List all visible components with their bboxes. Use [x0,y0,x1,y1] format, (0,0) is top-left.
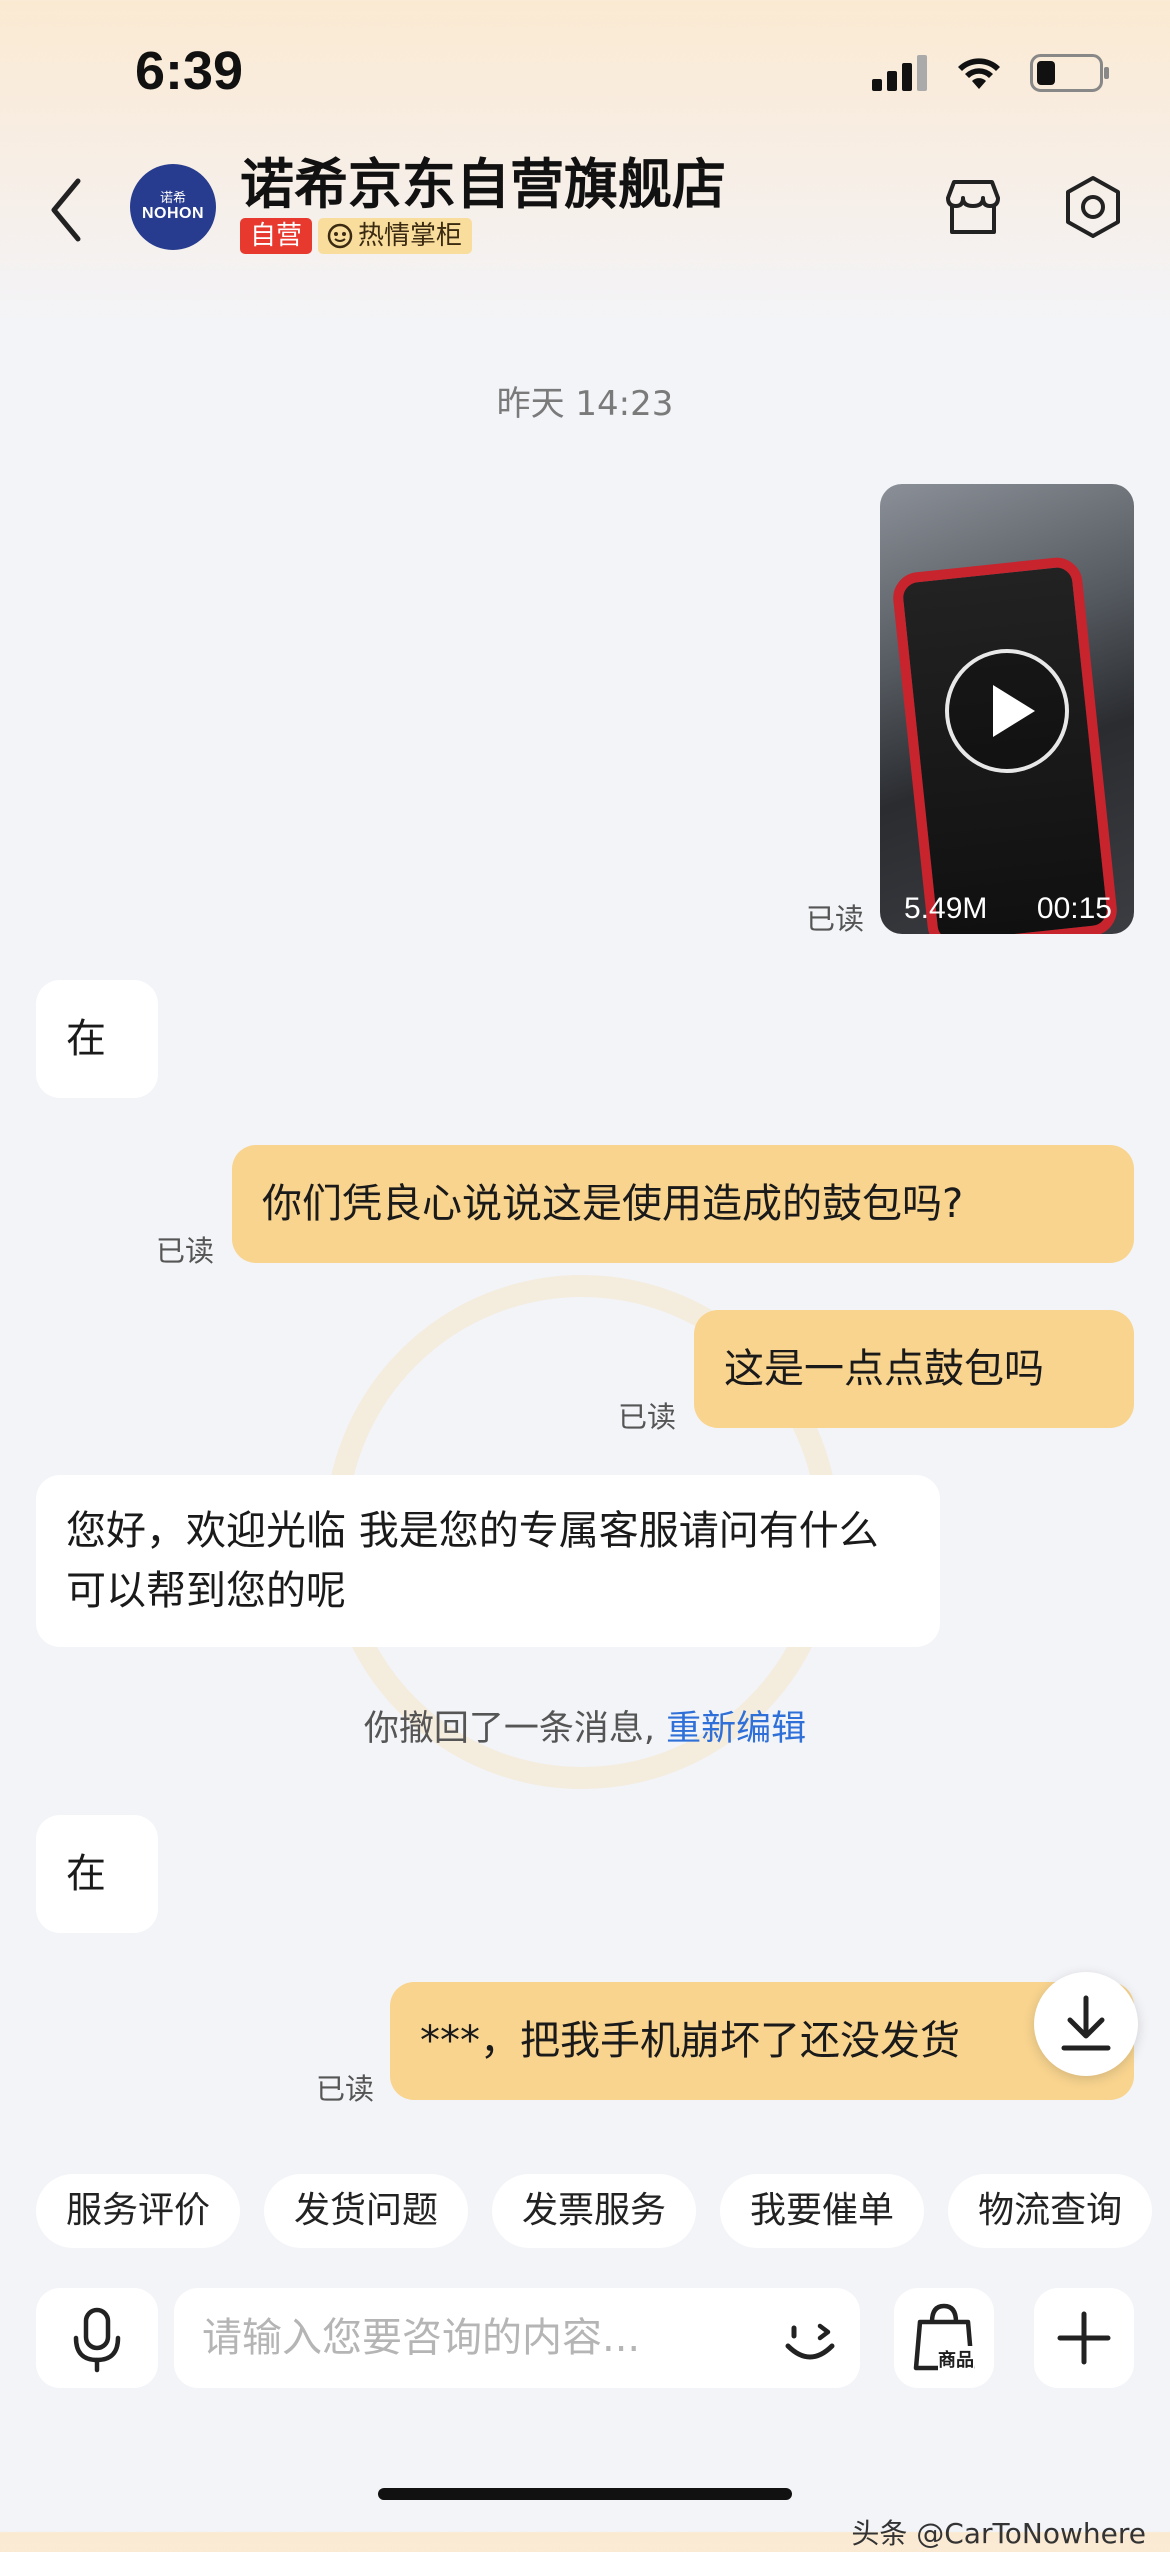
emoji-icon[interactable] [780,2310,840,2370]
hot-badge-label: 热情掌柜 [358,221,463,251]
watermark-credit: 头条 @CarToNowhere [851,2517,1146,2550]
re-edit-link[interactable]: 重新编辑 [666,1709,806,1749]
battery-icon [1030,54,1109,92]
video-message[interactable]: 5.49M 00:15 [880,484,1134,934]
incoming-message[interactable]: 在 [36,1815,158,1933]
read-receipt: 已读 [156,1234,215,1268]
shopping-bag-icon [913,2303,975,2371]
goods-button[interactable]: 商品 [894,2288,994,2388]
recall-text: 你撤回了一条消息, [363,1709,655,1749]
smile-icon [327,223,353,249]
play-icon[interactable] [945,649,1069,773]
scroll-to-bottom-button[interactable] [1034,1972,1138,2076]
quick-reply-chips: 服务评价 发货问题 发票服务 我要催单 物流查询 [36,2174,1153,2248]
read-receipt: 已读 [806,902,865,936]
wifi-icon [958,58,1000,89]
chat-timestamp: 昨天 14:23 [496,384,674,424]
incoming-message[interactable]: 在 [36,980,158,1098]
status-time: 6:39 [135,41,244,101]
hot-shopkeeper-badge: 热情掌柜 [318,218,473,254]
incoming-message[interactable]: 您好，欢迎光临 我是您的专属客服请问有什么可以帮到您的呢 [36,1475,940,1647]
avatar-brand: NOHON [141,205,205,222]
microphone-icon [73,2307,121,2373]
chip-logistics-query[interactable]: 物流查询 [948,2174,1153,2248]
store-icon[interactable] [938,172,1008,242]
plus-icon [1057,2311,1111,2365]
self-operated-badge: 自营 [240,218,313,254]
signal-icon [872,55,927,91]
read-receipt: 已读 [618,1400,677,1434]
avatar-brand-top: 诺希 [159,190,186,205]
outgoing-message[interactable]: 这是一点点鼓包吗 [694,1310,1134,1428]
recall-notice: 你撤回了一条消息, 重新编辑 [0,1700,1170,1751]
download-arrow-icon [1061,1995,1111,2051]
goods-label: 商品 [938,2346,974,2372]
chip-shipping-issue[interactable]: 发货问题 [264,2174,469,2248]
back-icon[interactable] [46,175,86,245]
video-duration: 00:15 [1036,892,1112,925]
shop-avatar[interactable]: 诺希 NOHON [130,164,216,250]
status-icons [872,54,1110,92]
voice-button[interactable] [36,2288,158,2388]
video-size: 5.49M [904,892,988,925]
message-input[interactable]: 请输入您要咨询的内容... [174,2288,860,2388]
chip-urge-order[interactable]: 我要催单 [720,2174,925,2248]
more-button[interactable] [1034,2288,1134,2388]
home-indicator [378,2488,792,2500]
outgoing-message[interactable]: 你们凭良心说说这是使用造成的鼓包吗? [232,1145,1134,1263]
shop-name[interactable]: 诺希京东自营旗舰店 [240,140,726,219]
settings-icon[interactable] [1058,172,1128,242]
chip-service-review[interactable]: 服务评价 [36,2174,241,2248]
read-receipt: 已读 [316,2072,375,2106]
outgoing-message[interactable]: ***，把我手机崩坏了还没发货 [390,1982,1134,2100]
chip-invoice-service[interactable]: 发票服务 [492,2174,697,2248]
